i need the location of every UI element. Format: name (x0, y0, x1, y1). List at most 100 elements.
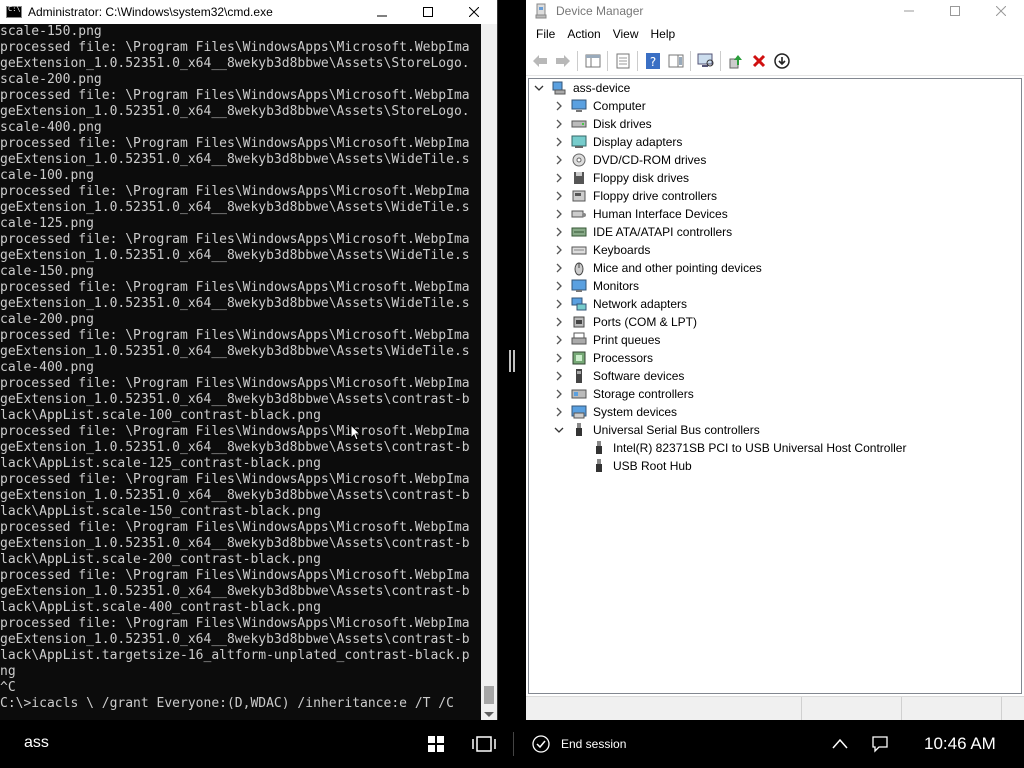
chevron-right-icon[interactable] (553, 406, 565, 418)
chevron-right-icon[interactable] (553, 388, 565, 400)
cmd-window[interactable]: Administrator: C:\Windows\system32\cmd.e… (0, 0, 498, 720)
chevron-right-icon[interactable] (553, 370, 565, 382)
tree-root-node[interactable]: ass-device (533, 79, 630, 97)
tree-category-item[interactable]: Print queues (553, 331, 660, 349)
chevron-right-icon[interactable] (553, 262, 565, 274)
chevron-right-icon[interactable] (553, 190, 565, 202)
status-cell (902, 697, 1002, 720)
console-line: lack\AppList.scale-125_contrast-black.pn… (0, 456, 321, 471)
dm-minimize-button[interactable] (886, 0, 932, 23)
tree-category-item[interactable]: Computer (553, 97, 646, 115)
cmd-scrollbar[interactable] (481, 24, 497, 720)
tree-category-item[interactable]: System devices (553, 403, 677, 421)
end-session-check-icon[interactable] (532, 735, 550, 753)
dm-maximize-button[interactable] (932, 0, 978, 23)
console-line: geExtension_1.0.52351.0_x64__8wekyb3d8bb… (0, 584, 470, 599)
cmd-console-output[interactable]: scale-150.png processed file: \Program Fi… (0, 24, 482, 720)
console-line: geExtension_1.0.52351.0_x64__8wekyb3d8bb… (0, 200, 470, 215)
tree-item-label: Intel(R) 82371SB PCI to USB Universal Ho… (613, 441, 907, 455)
chevron-right-icon[interactable] (553, 316, 565, 328)
console-line: geExtension_1.0.52351.0_x64__8wekyb3d8bb… (0, 248, 470, 263)
chevron-right-icon[interactable] (553, 298, 565, 310)
chevron-down-icon[interactable] (533, 82, 545, 94)
windows-start-icon[interactable] (428, 736, 444, 752)
chevron-right-icon[interactable] (553, 172, 565, 184)
toolbar-separator (577, 50, 578, 71)
console-line: geExtension_1.0.52351.0_x64__8wekyb3d8bb… (0, 344, 470, 359)
menu-help[interactable]: Help (645, 23, 682, 45)
chevron-right-icon[interactable] (553, 208, 565, 220)
tree-category-item[interactable]: Universal Serial Bus controllers (553, 421, 760, 439)
tree-category-item[interactable]: IDE ATA/ATAPI controllers (553, 223, 732, 241)
splitter-grip-icon[interactable] (509, 350, 515, 372)
help-button[interactable]: ? (641, 49, 664, 73)
close-button[interactable] (451, 0, 497, 24)
chevron-down-icon[interactable] (553, 424, 565, 436)
tree-category-item[interactable]: DVD/CD-ROM drives (553, 151, 706, 169)
dm-titlebar[interactable]: Device Manager (526, 0, 1024, 22)
usb-device-icon (576, 423, 582, 436)
tree-category-item[interactable]: Display adapters (553, 133, 682, 151)
print-device-icon (571, 332, 587, 345)
update-driver-button[interactable] (724, 49, 747, 73)
tree-category-item[interactable]: Monitors (553, 277, 639, 295)
menu-view[interactable]: View (607, 23, 645, 45)
window-splitter[interactable] (498, 0, 526, 720)
cmd-titlebar[interactable]: Administrator: C:\Windows\system32\cmd.e… (0, 0, 497, 24)
chevron-right-icon[interactable] (553, 100, 565, 112)
show-hide-console-tree-button[interactable] (581, 49, 604, 73)
chevron-right-icon[interactable] (553, 244, 565, 256)
chevron-up-icon[interactable] (831, 736, 849, 752)
properties-button[interactable] (611, 49, 634, 73)
disable-device-button[interactable] (770, 49, 793, 73)
tree-category-item[interactable]: Floppy drive controllers (553, 187, 717, 205)
tree-item-label: Print queues (593, 333, 661, 347)
dm-close-button[interactable] (978, 0, 1024, 23)
console-line: cale-400.png (0, 360, 94, 375)
console-line: cale-150.png (0, 264, 94, 279)
device-manager-window[interactable]: Device Manager File Action View Help ? a… (526, 0, 1024, 720)
menu-file[interactable]: File (530, 23, 561, 45)
dm-menubar: File Action View Help (526, 22, 1024, 46)
chevron-right-icon[interactable] (553, 118, 565, 130)
notification-icon[interactable] (871, 735, 889, 753)
tree-category-item[interactable]: Human Interface Devices (553, 205, 728, 223)
uninstall-device-button[interactable] (747, 49, 770, 73)
tree-category-item[interactable]: Storage controllers (553, 385, 694, 403)
menu-action[interactable]: Action (561, 23, 606, 45)
chevron-right-icon[interactable] (553, 136, 565, 148)
toolbar-separator (637, 50, 638, 71)
tree-category-item[interactable]: Keyboards (553, 241, 650, 259)
chevron-right-icon[interactable] (553, 334, 565, 346)
tree-item-label: Floppy disk drives (593, 171, 690, 185)
tree-category-item[interactable]: Mice and other pointing devices (553, 259, 762, 277)
chevron-right-icon[interactable] (553, 154, 565, 166)
tree-item-label: Processors (593, 351, 654, 365)
tree-category-item[interactable]: Network adapters (553, 295, 687, 313)
minimize-button[interactable] (359, 0, 405, 24)
chevron-right-icon[interactable] (553, 280, 565, 292)
tree-category-item[interactable]: Software devices (553, 367, 684, 385)
tree-device-item[interactable]: Intel(R) 82371SB PCI to USB Universal Ho… (591, 439, 906, 457)
chevron-right-icon[interactable] (553, 226, 565, 238)
taskbar-clock[interactable]: 10:46 AM (924, 734, 996, 754)
tree-category-item[interactable]: Disk drives (553, 115, 652, 133)
tree-category-item[interactable]: Floppy disk drives (553, 169, 689, 187)
back-button[interactable] (528, 49, 551, 73)
maximize-button[interactable] (405, 0, 451, 24)
dm-window-title: Device Manager (556, 4, 644, 18)
tree-category-item[interactable]: Processors (553, 349, 653, 367)
task-view-icon[interactable] (472, 736, 496, 752)
end-session-button[interactable]: End session (561, 737, 626, 751)
scan-hardware-button[interactable] (694, 49, 717, 73)
scroll-down-arrow-icon[interactable] (484, 712, 494, 717)
console-line: scale-150.png (0, 24, 102, 39)
device-tree[interactable]: ass-device Computer Disk drives Display ada… (528, 78, 1022, 694)
scrollbar-thumb[interactable] (484, 686, 494, 704)
forward-button[interactable] (551, 49, 574, 73)
console-line: processed file: \Program Files\WindowsAp… (0, 424, 470, 439)
chevron-right-icon[interactable] (553, 352, 565, 364)
tree-category-item[interactable]: Ports (COM & LPT) (553, 313, 697, 331)
action-pane-button[interactable] (664, 49, 687, 73)
tree-device-item[interactable]: USB Root Hub (591, 457, 692, 475)
